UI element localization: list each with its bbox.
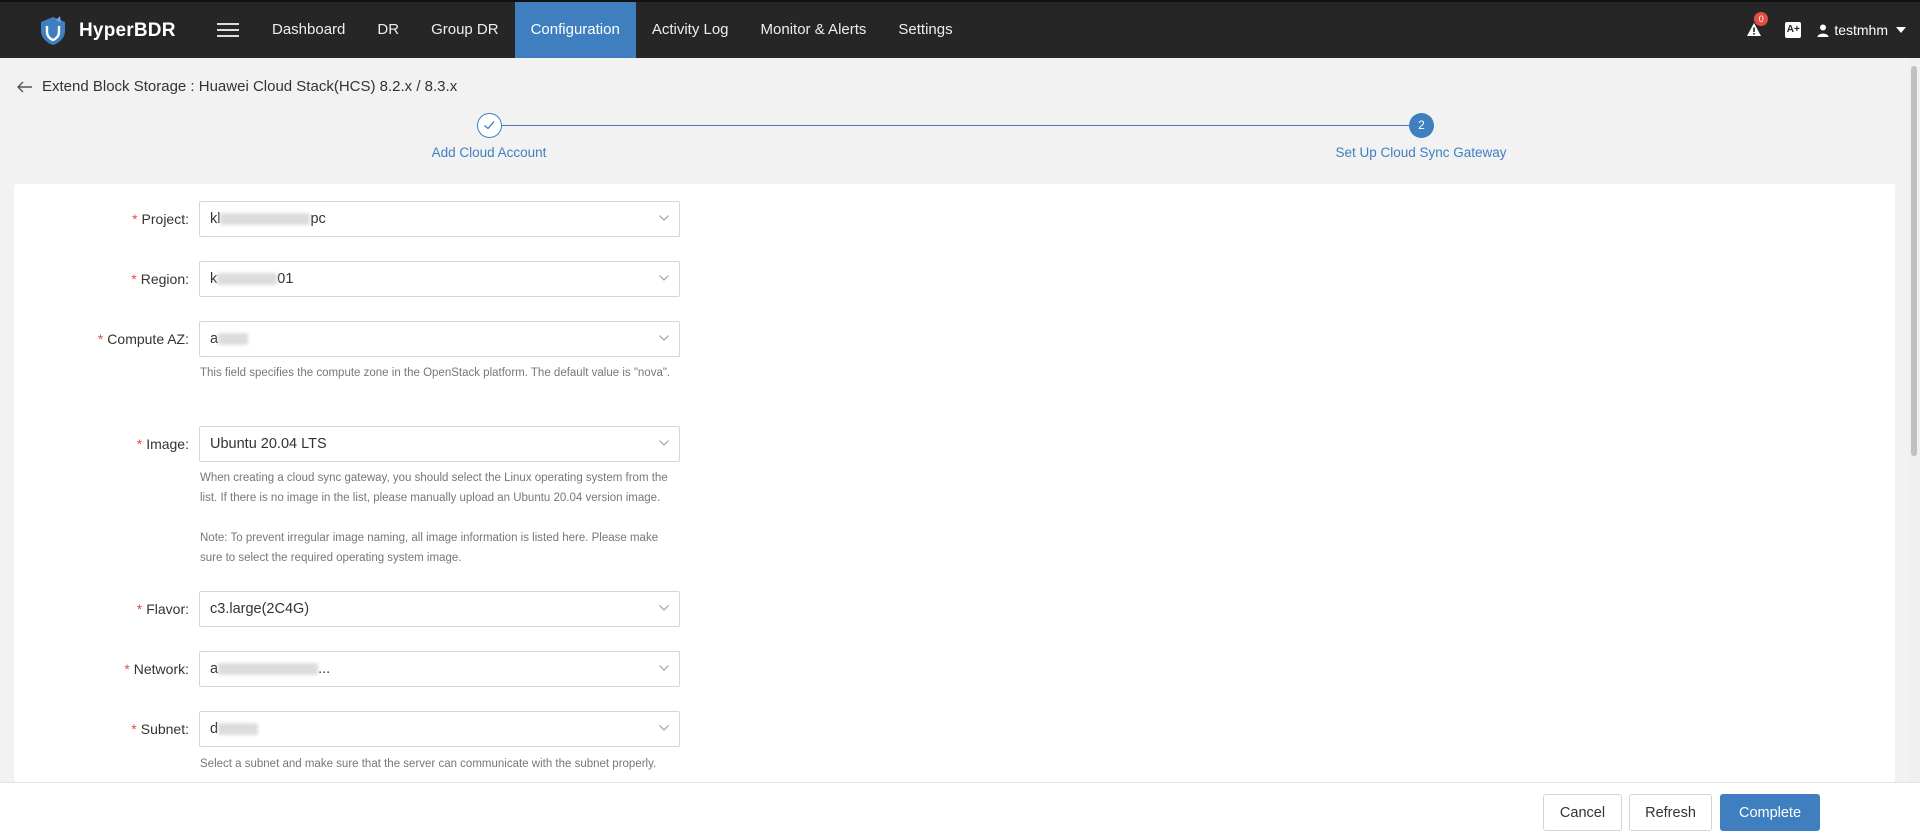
app-name: HyperBDR (79, 20, 176, 41)
network-label: * Network: (124, 661, 189, 677)
chevron-down-icon (659, 215, 669, 221)
scrollbar-thumb[interactable] (1911, 66, 1917, 456)
menu-toggle-icon[interactable] (217, 19, 239, 41)
hyperbdr-logo-icon (41, 16, 65, 45)
subnet-select[interactable]: d (199, 711, 680, 747)
redacted-value (220, 213, 311, 226)
chevron-down-icon (659, 665, 669, 671)
nav-item-settings[interactable]: Settings (882, 2, 968, 58)
wizard-steps: 2 Add Cloud Account Set Up Cloud Sync Ga… (0, 112, 1920, 172)
gateway-form-card: * Project: kl pc * Region: k 01 * Compute AZ:… (14, 184, 1895, 782)
image-note-text: Note: To prevent irregular image naming,… (200, 532, 659, 564)
project-label: * Project: (132, 211, 189, 227)
compute-az-select[interactable]: a (199, 321, 680, 357)
username: testmhm (1834, 22, 1888, 38)
back-arrow-icon[interactable] (16, 79, 34, 95)
check-icon (484, 121, 495, 130)
alerts-button[interactable]: 0 (1745, 12, 1769, 39)
user-menu[interactable]: testmhm (1817, 22, 1906, 38)
app-logo[interactable]: HyperBDR (36, 12, 176, 50)
steps-connector-line (502, 125, 1410, 126)
flavor-select[interactable]: c3.large(2C4G) (199, 591, 680, 627)
alert-count-badge: 0 (1754, 12, 1769, 26)
page-scrollbar[interactable] (1908, 58, 1920, 782)
chevron-down-icon (659, 335, 669, 341)
nav-item-dr[interactable]: DR (361, 2, 415, 58)
compute-az-label: * Compute AZ: (97, 331, 189, 347)
user-icon (1817, 24, 1829, 37)
redacted-value (218, 333, 249, 346)
chevron-down-icon (659, 725, 669, 731)
redacted-value (218, 723, 259, 736)
project-select[interactable]: kl pc (199, 201, 680, 237)
main-nav: Dashboard DR Group DR Configuration Acti… (256, 2, 969, 58)
cancel-button[interactable]: Cancel (1543, 794, 1622, 831)
top-navigation-bar: HyperBDR Dashboard DR Group DR Configura… (0, 0, 1920, 58)
subnet-help-text: Select a subnet and make sure that the s… (200, 758, 657, 770)
redacted-value (217, 273, 278, 286)
network-select[interactable]: a... (199, 651, 680, 687)
nav-item-dashboard[interactable]: Dashboard (256, 2, 361, 58)
image-label: * Image: (136, 436, 189, 452)
step-1-label: Add Cloud Account (431, 145, 547, 160)
chevron-down-icon (659, 275, 669, 281)
nav-item-monitor-alerts[interactable]: Monitor & Alerts (745, 2, 883, 58)
redacted-value (218, 663, 319, 676)
chevron-down-icon (659, 440, 669, 446)
caret-down-icon (1896, 27, 1906, 33)
step-1-complete-circle (477, 113, 502, 138)
nav-item-configuration[interactable]: Configuration (514, 2, 636, 58)
refresh-button[interactable]: Refresh (1629, 794, 1712, 831)
region-label: * Region: (131, 271, 189, 287)
form-footer: Cancel Refresh Complete (0, 782, 1920, 840)
language-switch-icon[interactable]: A+ (1785, 22, 1802, 38)
image-help-text: When creating a cloud sync gateway, you … (200, 472, 668, 504)
step-2-active-circle: 2 (1409, 113, 1434, 138)
nav-item-activity-log[interactable]: Activity Log (636, 2, 745, 58)
step-2-label: Set Up Cloud Sync Gateway (1335, 145, 1507, 160)
region-select[interactable]: k 01 (199, 261, 680, 297)
chevron-down-icon (659, 605, 669, 611)
compute-az-help-text: This field specifies the compute zone in… (200, 367, 671, 379)
image-select[interactable]: Ubuntu 20.04 LTS (199, 426, 680, 462)
header-right-tools: 0 A+ testmhm (1745, 2, 1906, 58)
flavor-label: * Flavor: (136, 601, 189, 617)
complete-button[interactable]: Complete (1720, 794, 1820, 831)
subnet-label: * Subnet: (131, 721, 189, 737)
nav-item-group-dr[interactable]: Group DR (415, 2, 515, 58)
page-title: Extend Block Storage : Huawei Cloud Stac… (42, 78, 458, 95)
